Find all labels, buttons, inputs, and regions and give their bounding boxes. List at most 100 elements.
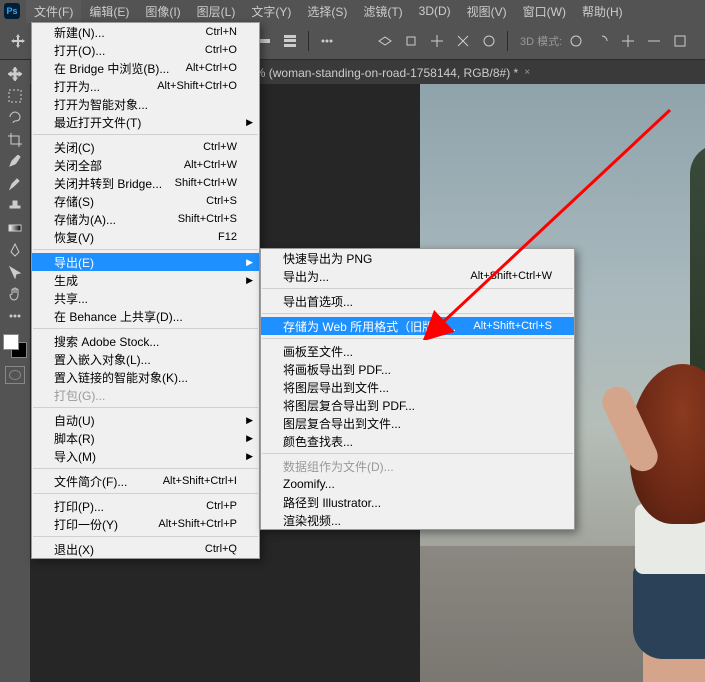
menu-item-label: 退出(X) — [54, 541, 94, 558]
move-tool-icon[interactable] — [6, 29, 30, 53]
menu-item[interactable]: 置入链接的智能对象(K)... — [32, 368, 259, 386]
hand-tool-icon[interactable] — [5, 284, 25, 304]
menu-item[interactable]: 退出(X) Ctrl+Q — [32, 540, 259, 558]
menu-shortcut: Ctrl+N — [206, 26, 237, 38]
menu-item-label: 渲染视频... — [283, 512, 341, 529]
menu-item[interactable]: 将图层导出到文件... — [261, 378, 574, 396]
menu-item[interactable]: 打开为智能对象... — [32, 95, 259, 113]
menu-item[interactable]: 最近打开文件(T)▶ — [32, 113, 259, 131]
pen-tool-icon[interactable] — [5, 240, 25, 260]
menu-item-label: 打印(P)... — [54, 498, 104, 515]
3d-roll-icon[interactable] — [590, 29, 614, 53]
distribute-icon-3[interactable] — [278, 29, 302, 53]
menu-item[interactable]: 打开(O)...Ctrl+O — [32, 41, 259, 59]
3d-icon-1[interactable] — [373, 29, 397, 53]
menu-layer[interactable]: 图层(L) — [189, 0, 244, 23]
menu-type[interactable]: 文字(Y) — [243, 0, 299, 23]
menu-item[interactable]: 在 Behance 上共享(D)... — [32, 307, 259, 325]
submenu-arrow-icon: ▶ — [246, 451, 253, 462]
close-icon[interactable]: × — [524, 67, 530, 78]
menu-shortcut: Ctrl+S — [206, 195, 237, 207]
menu-item[interactable]: 导出(E)▶ — [32, 253, 259, 271]
gradient-tool-icon[interactable] — [5, 218, 25, 238]
3d-orbit-icon[interactable] — [564, 29, 588, 53]
menu-item[interactable]: 在 Bridge 中浏览(B)...Alt+Ctrl+O — [32, 59, 259, 77]
stamp-tool-icon[interactable] — [5, 196, 25, 216]
menu-item-label: 将画板导出到 PDF... — [283, 361, 391, 378]
submenu-arrow-icon: ▶ — [246, 415, 253, 426]
menu-item-label: 恢复(V) — [54, 229, 94, 246]
brush-tool-icon[interactable] — [5, 174, 25, 194]
submenu-arrow-icon: ▶ — [246, 433, 253, 444]
menu-item[interactable]: 图层复合导出到文件... — [261, 414, 574, 432]
3d-icon-2[interactable] — [399, 29, 423, 53]
menu-item[interactable]: 打印一份(Y)Alt+Shift+Ctrl+P — [32, 515, 259, 533]
more-icon[interactable] — [315, 29, 339, 53]
menu-item[interactable]: 共享... — [32, 289, 259, 307]
menu-item[interactable]: 将图层复合导出到 PDF... — [261, 396, 574, 414]
menu-item[interactable]: 存储(S)Ctrl+S — [32, 192, 259, 210]
menu-item[interactable]: 关闭全部Alt+Ctrl+W — [32, 156, 259, 174]
menu-select[interactable]: 选择(S) — [299, 0, 355, 23]
menu-item[interactable]: 路径到 Illustrator... — [261, 493, 574, 511]
menu-item[interactable]: 生成▶ — [32, 271, 259, 289]
menu-filter[interactable]: 滤镜(T) — [355, 0, 410, 23]
menu-item-label: 新建(N)... — [54, 24, 105, 41]
3d-icon-3[interactable] — [425, 29, 449, 53]
export-submenu-dropdown: 快速导出为 PNG导出为...Alt+Shift+Ctrl+W 导出首选项... 存… — [260, 248, 575, 530]
menu-3d[interactable]: 3D(D) — [411, 1, 459, 21]
menu-item[interactable]: 关闭并转到 Bridge...Shift+Ctrl+W — [32, 174, 259, 192]
menu-item[interactable]: 颜色查找表... — [261, 432, 574, 450]
menu-item-label: 脚本(R) — [54, 430, 95, 447]
menu-item[interactable]: Zoomify... — [261, 475, 574, 493]
menu-shortcut: Alt+Shift+Ctrl+I — [163, 475, 237, 487]
menu-item-label: Zoomify... — [283, 477, 335, 491]
color-swatches[interactable] — [3, 334, 27, 358]
menu-item-label: 搜索 Adobe Stock... — [54, 333, 159, 350]
foreground-color[interactable] — [3, 334, 19, 350]
eyedropper-tool-icon[interactable] — [5, 152, 25, 172]
menu-file[interactable]: 文件(F) — [26, 0, 81, 23]
menu-item[interactable]: 新建(N)... Ctrl+N — [32, 23, 259, 41]
menu-help[interactable]: 帮助(H) — [574, 0, 631, 23]
more-tools-icon[interactable] — [5, 306, 25, 326]
3d-slide-icon[interactable] — [642, 29, 666, 53]
3d-icon-5[interactable] — [477, 29, 501, 53]
menu-item[interactable]: 恢复(V)F12 — [32, 228, 259, 246]
menu-shortcut: Shift+Ctrl+W — [175, 177, 237, 189]
menu-item-label: 数据组作为文件(D)... — [283, 458, 394, 475]
3d-icon-4[interactable] — [451, 29, 475, 53]
lasso-tool-icon[interactable] — [5, 108, 25, 128]
menu-item[interactable]: 打开为...Alt+Shift+Ctrl+O — [32, 77, 259, 95]
menu-item-label: 打开为智能对象... — [54, 96, 148, 113]
menu-item[interactable]: 置入嵌入对象(L)... — [32, 350, 259, 368]
3d-pan-icon[interactable] — [616, 29, 640, 53]
menu-edit[interactable]: 编辑(E) — [81, 0, 137, 23]
menu-item-label: 打包(G)... — [54, 387, 105, 404]
crop-tool-icon[interactable] — [5, 130, 25, 150]
menu-window[interactable]: 窗口(W) — [515, 0, 574, 23]
move-tool-icon[interactable] — [5, 64, 25, 84]
menu-item[interactable]: 画板至文件... — [261, 342, 574, 360]
menu-item[interactable]: 存储为(A)...Shift+Ctrl+S — [32, 210, 259, 228]
menu-item[interactable]: 搜索 Adobe Stock... — [32, 332, 259, 350]
menu-item[interactable]: 文件简介(F)...Alt+Shift+Ctrl+I — [32, 472, 259, 490]
menu-item[interactable]: 打印(P)...Ctrl+P — [32, 497, 259, 515]
quick-mask-icon[interactable] — [5, 366, 25, 384]
menu-item[interactable]: 脚本(R) ▶ — [32, 429, 259, 447]
menu-item[interactable]: 渲染视频... — [261, 511, 574, 529]
menu-item[interactable]: 存储为 Web 所用格式（旧版）...Alt+Shift+Ctrl+S — [261, 317, 574, 335]
menu-shortcut: Ctrl+Q — [205, 543, 237, 555]
menu-item[interactable]: 将画板导出到 PDF... — [261, 360, 574, 378]
menu-item[interactable]: 导出为...Alt+Shift+Ctrl+W — [261, 267, 574, 285]
menu-item[interactable]: 关闭(C)Ctrl+W — [32, 138, 259, 156]
menu-item[interactable]: 自动(U)▶ — [32, 411, 259, 429]
menu-item[interactable]: 导入(M)▶ — [32, 447, 259, 465]
menu-view[interactable]: 视图(V) — [459, 0, 515, 23]
menu-image[interactable]: 图像(I) — [137, 0, 188, 23]
marquee-tool-icon[interactable] — [5, 86, 25, 106]
path-tool-icon[interactable] — [5, 262, 25, 282]
menu-item[interactable]: 导出首选项... — [261, 292, 574, 310]
menu-item[interactable]: 快速导出为 PNG — [261, 249, 574, 267]
3d-zoom-icon[interactable] — [668, 29, 692, 53]
